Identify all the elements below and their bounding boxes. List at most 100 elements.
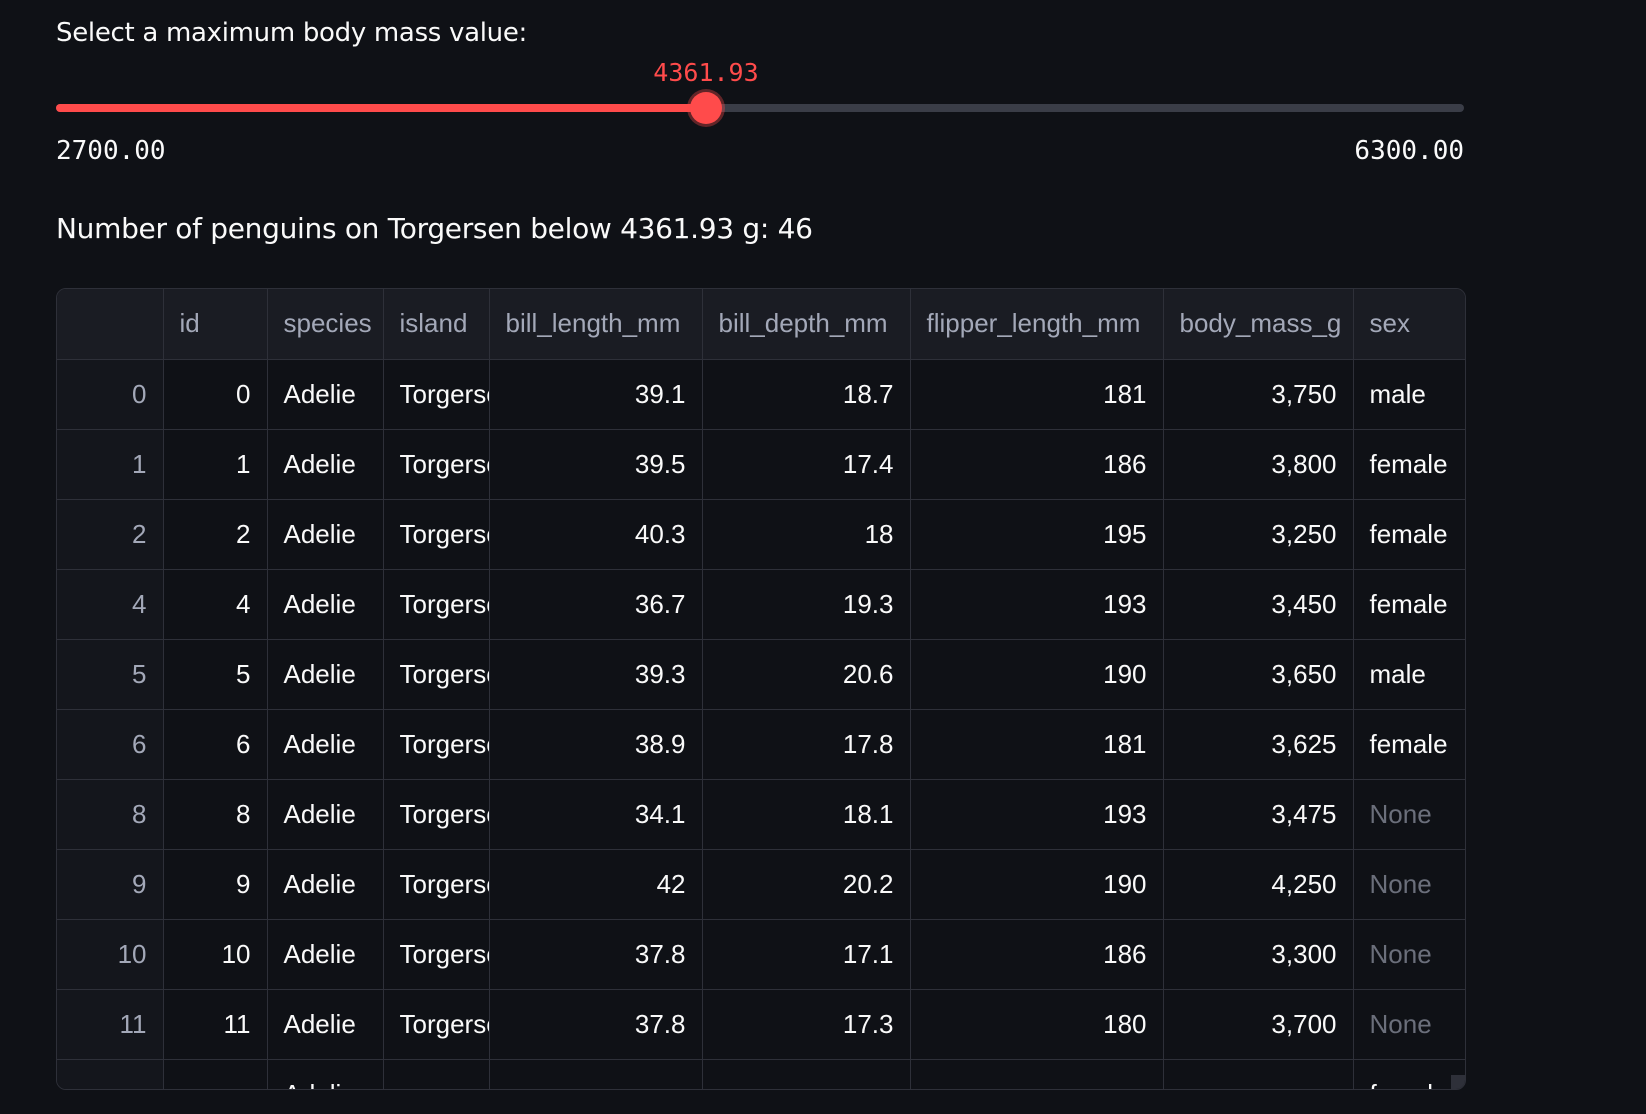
cell-island[interactable]: Torgersen: [383, 779, 490, 850]
cell-species[interactable]: Adelie: [267, 639, 384, 710]
dataframe[interactable]: id species island bill_length_mm bill_depth_…: [56, 288, 1466, 1090]
row-index-cell[interactable]: 9: [57, 849, 164, 920]
cell-bill-depth-mm[interactable]: 17.3: [702, 989, 911, 1060]
cell-bill-length-mm[interactable]: 37.8: [489, 919, 703, 990]
column-header-bill-depth-mm[interactable]: bill_depth_mm: [702, 289, 911, 360]
column-header-species[interactable]: species: [267, 289, 384, 360]
cell-flipper-length-mm[interactable]: 186: [910, 429, 1164, 500]
cell-id[interactable]: 6: [163, 709, 268, 780]
cell-id[interactable]: [163, 1059, 268, 1089]
cell-id[interactable]: 0: [163, 359, 268, 430]
cell-bill-length-mm[interactable]: 39.1: [489, 359, 703, 430]
cell-id[interactable]: 11: [163, 989, 268, 1060]
cell-sex[interactable]: female: [1353, 709, 1465, 780]
cell-bill-length-mm[interactable]: 36.7: [489, 569, 703, 640]
cell-species[interactable]: Adelie: [267, 779, 384, 850]
column-header-sex[interactable]: sex: [1353, 289, 1465, 360]
cell-body-mass-g[interactable]: [1163, 1059, 1354, 1089]
row-index-cell[interactable]: 4: [57, 569, 164, 640]
column-header-body-mass-g[interactable]: body_mass_g: [1163, 289, 1354, 360]
cell-bill-depth-mm[interactable]: 20.6: [702, 639, 911, 710]
cell-bill-length-mm[interactable]: 42: [489, 849, 703, 920]
cell-island[interactable]: Torgersen: [383, 499, 490, 570]
cell-bill-depth-mm[interactable]: 17.1: [702, 919, 911, 990]
cell-body-mass-g[interactable]: 3,250: [1163, 499, 1354, 570]
cell-species[interactable]: Adelie: [267, 709, 384, 780]
cell-species[interactable]: Adelie: [267, 849, 384, 920]
cell-body-mass-g[interactable]: 3,650: [1163, 639, 1354, 710]
cell-id[interactable]: 9: [163, 849, 268, 920]
row-index-cell[interactable]: 11: [57, 989, 164, 1060]
cell-id[interactable]: 8: [163, 779, 268, 850]
cell-flipper-length-mm[interactable]: 193: [910, 779, 1164, 850]
cell-island[interactable]: Torgersen: [383, 569, 490, 640]
cell-body-mass-g[interactable]: 3,475: [1163, 779, 1354, 850]
cell-sex[interactable]: male: [1353, 639, 1465, 710]
cell-bill-length-mm[interactable]: 34.1: [489, 779, 703, 850]
index-column-header[interactable]: [57, 289, 164, 360]
cell-bill-depth-mm[interactable]: 19.3: [702, 569, 911, 640]
cell-body-mass-g[interactable]: 3,700: [1163, 989, 1354, 1060]
cell-body-mass-g[interactable]: 3,625: [1163, 709, 1354, 780]
cell-island[interactable]: Torgersen: [383, 359, 490, 430]
cell-body-mass-g[interactable]: 4,250: [1163, 849, 1354, 920]
cell-island[interactable]: Torgersen: [383, 709, 490, 780]
cell-island[interactable]: Torgersen: [383, 989, 490, 1060]
cell-species[interactable]: Adelie: [267, 429, 384, 500]
cell-bill-length-mm[interactable]: 40.3: [489, 499, 703, 570]
cell-sex[interactable]: None: [1353, 989, 1465, 1060]
cell-sex[interactable]: None: [1353, 779, 1465, 850]
cell-id[interactable]: 10: [163, 919, 268, 990]
row-index-cell[interactable]: 1: [57, 429, 164, 500]
slider-track[interactable]: [56, 104, 1464, 112]
cell-island[interactable]: Torgersen: [383, 429, 490, 500]
cell-flipper-length-mm[interactable]: 180: [910, 989, 1164, 1060]
cell-island[interactable]: [383, 1059, 490, 1089]
row-index-cell[interactable]: 5: [57, 639, 164, 710]
column-header-id[interactable]: id: [163, 289, 268, 360]
row-index-cell[interactable]: 2: [57, 499, 164, 570]
cell-bill-length-mm[interactable]: 39.5: [489, 429, 703, 500]
cell-bill-depth-mm[interactable]: 17.4: [702, 429, 911, 500]
cell-body-mass-g[interactable]: 3,800: [1163, 429, 1354, 500]
cell-body-mass-g[interactable]: 3,300: [1163, 919, 1354, 990]
cell-bill-depth-mm[interactable]: 20.2: [702, 849, 911, 920]
cell-island[interactable]: Torgersen: [383, 919, 490, 990]
cell-bill-length-mm[interactable]: [489, 1059, 703, 1089]
cell-flipper-length-mm[interactable]: [910, 1059, 1164, 1089]
cell-bill-depth-mm[interactable]: 18: [702, 499, 911, 570]
cell-flipper-length-mm[interactable]: 195: [910, 499, 1164, 570]
column-header-island[interactable]: island: [383, 289, 490, 360]
cell-species[interactable]: Adelie: [267, 499, 384, 570]
cell-species[interactable]: Adelie: [267, 989, 384, 1060]
cell-sex[interactable]: None: [1353, 919, 1465, 990]
slider-thumb[interactable]: [689, 92, 722, 124]
cell-bill-depth-mm[interactable]: 17.8: [702, 709, 911, 780]
cell-species[interactable]: Adelie: [267, 359, 384, 430]
cell-species[interactable]: Adelie: [267, 569, 384, 640]
cell-flipper-length-mm[interactable]: 186: [910, 919, 1164, 990]
cell-sex[interactable]: female: [1353, 569, 1465, 640]
cell-sex[interactable]: female: [1353, 1059, 1465, 1089]
cell-flipper-length-mm[interactable]: 181: [910, 709, 1164, 780]
cell-bill-depth-mm[interactable]: 18.1: [702, 779, 911, 850]
row-index-cell[interactable]: 8: [57, 779, 164, 850]
cell-island[interactable]: Torgersen: [383, 849, 490, 920]
cell-species[interactable]: Adelie: [267, 1059, 384, 1089]
cell-bill-length-mm[interactable]: 39.3: [489, 639, 703, 710]
row-index-cell[interactable]: 10: [57, 919, 164, 990]
cell-body-mass-g[interactable]: 3,750: [1163, 359, 1354, 430]
row-index-cell[interactable]: 0: [57, 359, 164, 430]
cell-id[interactable]: 2: [163, 499, 268, 570]
scrollbar-corner[interactable]: [1451, 1075, 1465, 1089]
cell-sex[interactable]: female: [1353, 429, 1465, 500]
cell-id[interactable]: 4: [163, 569, 268, 640]
cell-id[interactable]: 5: [163, 639, 268, 710]
cell-island[interactable]: Torgersen: [383, 639, 490, 710]
cell-bill-length-mm[interactable]: 38.9: [489, 709, 703, 780]
cell-bill-length-mm[interactable]: 37.8: [489, 989, 703, 1060]
cell-flipper-length-mm[interactable]: 181: [910, 359, 1164, 430]
cell-sex[interactable]: male: [1353, 359, 1465, 430]
cell-flipper-length-mm[interactable]: 193: [910, 569, 1164, 640]
cell-flipper-length-mm[interactable]: 190: [910, 639, 1164, 710]
